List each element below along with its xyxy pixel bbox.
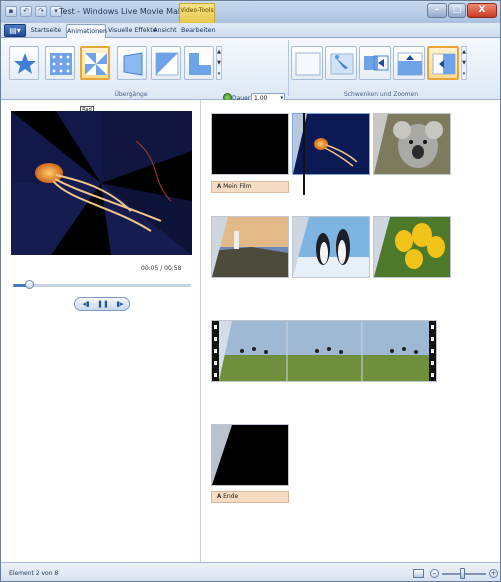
panzoom-auto-button[interactable] [325, 46, 357, 80]
clip-thumbnail [212, 114, 288, 174]
tab-visuelle-effekte[interactable]: Visuelle Effekte [108, 24, 157, 38]
clip-caption[interactable]: 𝐀 Ende [211, 491, 289, 503]
app-menu-button[interactable]: ▤▾ [4, 24, 26, 37]
pan-right-icon [364, 55, 389, 71]
clip-end-title[interactable] [211, 424, 289, 486]
zoom-slider-thumb[interactable] [459, 568, 465, 579]
clip-thumbnail [212, 217, 288, 277]
panzoom-pan-left-button[interactable] [427, 46, 459, 80]
storyboard: 𝐀 Mein Film 𝐀 Ende [201, 100, 500, 562]
previous-frame-button[interactable]: ◂▮ [79, 298, 93, 310]
transition-dots-button[interactable] [45, 46, 75, 80]
clip-caption[interactable]: 𝐀 Mein Film [211, 181, 289, 193]
group-separator [288, 40, 289, 96]
playback-time: 00:05 / 00:58 [141, 265, 182, 272]
tab-animationen[interactable]: Animationen [66, 24, 107, 38]
tab-ansicht[interactable]: Ansicht [152, 24, 178, 38]
door-icon [123, 52, 143, 76]
clip-title[interactable] [211, 113, 289, 175]
zoom-out-button[interactable]: – [430, 569, 439, 578]
slide-icon [155, 52, 179, 76]
tab-bearbeiten[interactable]: Bearbeiten [181, 24, 216, 38]
clip-koala[interactable] [373, 113, 451, 175]
panzoom-group-label: Schwenken und Zoomen [343, 91, 419, 98]
clip-thumbnail [293, 217, 369, 277]
tab-startseite[interactable]: Startseite [30, 24, 62, 38]
transitions-gallery-scroll[interactable]: ▲ ▼ ▾ [216, 46, 222, 80]
transition-wheel-button[interactable] [80, 46, 110, 80]
undo-icon[interactable]: ↶ [20, 6, 32, 17]
clip-thumbnail [374, 217, 450, 277]
window-title: Test - Windows Live Movie Maker [59, 7, 191, 16]
clip-birds[interactable] [211, 320, 437, 382]
panzoom-pan-up-button[interactable] [393, 46, 425, 80]
pan-up-icon [397, 52, 423, 76]
zoom-fit-icon[interactable] [413, 569, 424, 578]
movie-maker-window: ▪ ↶ ↷ ▾ Test - Windows Live Movie Maker … [0, 0, 501, 582]
seek-thumb[interactable] [25, 280, 35, 289]
transition-slide-button[interactable] [151, 46, 181, 80]
clip-lighthouse[interactable] [211, 216, 289, 278]
maximize-button[interactable]: □ [448, 3, 466, 18]
clip-thumbnail [212, 425, 288, 485]
zoom-in-button[interactable]: + [489, 569, 498, 578]
pan-left-icon [432, 53, 456, 75]
clip-thumbnail [212, 321, 436, 381]
status-text: Element 2 von 8 [9, 570, 59, 577]
sparkle-arrow-icon [330, 53, 354, 75]
ribbon: ▲ ▼ ▾ Übergänge Dauer: 1,00 ▾ ▲ ▼ ▾ Schwenken… [1, 38, 500, 104]
window-controls: – □ X [427, 3, 497, 18]
dots-icon [50, 53, 72, 75]
wheel-icon [85, 53, 107, 75]
contextual-tab-video-tools: Video-Tools [179, 3, 215, 23]
panzoom-pan-right-button[interactable] [359, 46, 391, 80]
clip-penguins[interactable] [292, 216, 370, 278]
status-bar: Element 2 von 8 – + [1, 562, 500, 581]
redo-icon[interactable]: ↷ [35, 6, 47, 17]
video-preview [11, 111, 192, 255]
title-bar: ▪ ↶ ↷ ▾ Test - Windows Live Movie Maker … [1, 1, 500, 23]
preview-frame [11, 111, 192, 255]
transition-corner-button[interactable] [184, 46, 214, 80]
blank-frame-icon [295, 52, 321, 76]
transition-star-button[interactable] [9, 46, 39, 80]
clip-tulips[interactable] [373, 216, 451, 278]
seek-bar[interactable] [13, 284, 191, 287]
transport-controls: ◂▮ ❚❚ ▮▸ [74, 297, 130, 311]
transitions-group-label: Übergänge [114, 91, 148, 98]
panzoom-gallery-scroll[interactable]: ▲ ▼ ▾ [461, 46, 467, 80]
panzoom-none-button[interactable] [291, 46, 323, 80]
transition-door-button[interactable] [117, 46, 147, 80]
clip-thumbnail [374, 114, 450, 174]
pause-button[interactable]: ❚❚ [96, 298, 110, 310]
quick-access-toolbar: ▪ ↶ ↷ ▾ [5, 6, 62, 18]
star-icon [14, 53, 36, 74]
ribbon-tab-row: ▤▾ Startseite Animationen Visuelle Effek… [1, 23, 500, 38]
corner-icon [189, 53, 211, 75]
minimize-button[interactable]: – [427, 3, 447, 18]
save-icon[interactable]: ▪ [5, 6, 17, 17]
next-frame-button[interactable]: ▮▸ [113, 298, 127, 310]
close-button[interactable]: X [467, 3, 497, 18]
playback-cursor[interactable] [303, 113, 305, 195]
